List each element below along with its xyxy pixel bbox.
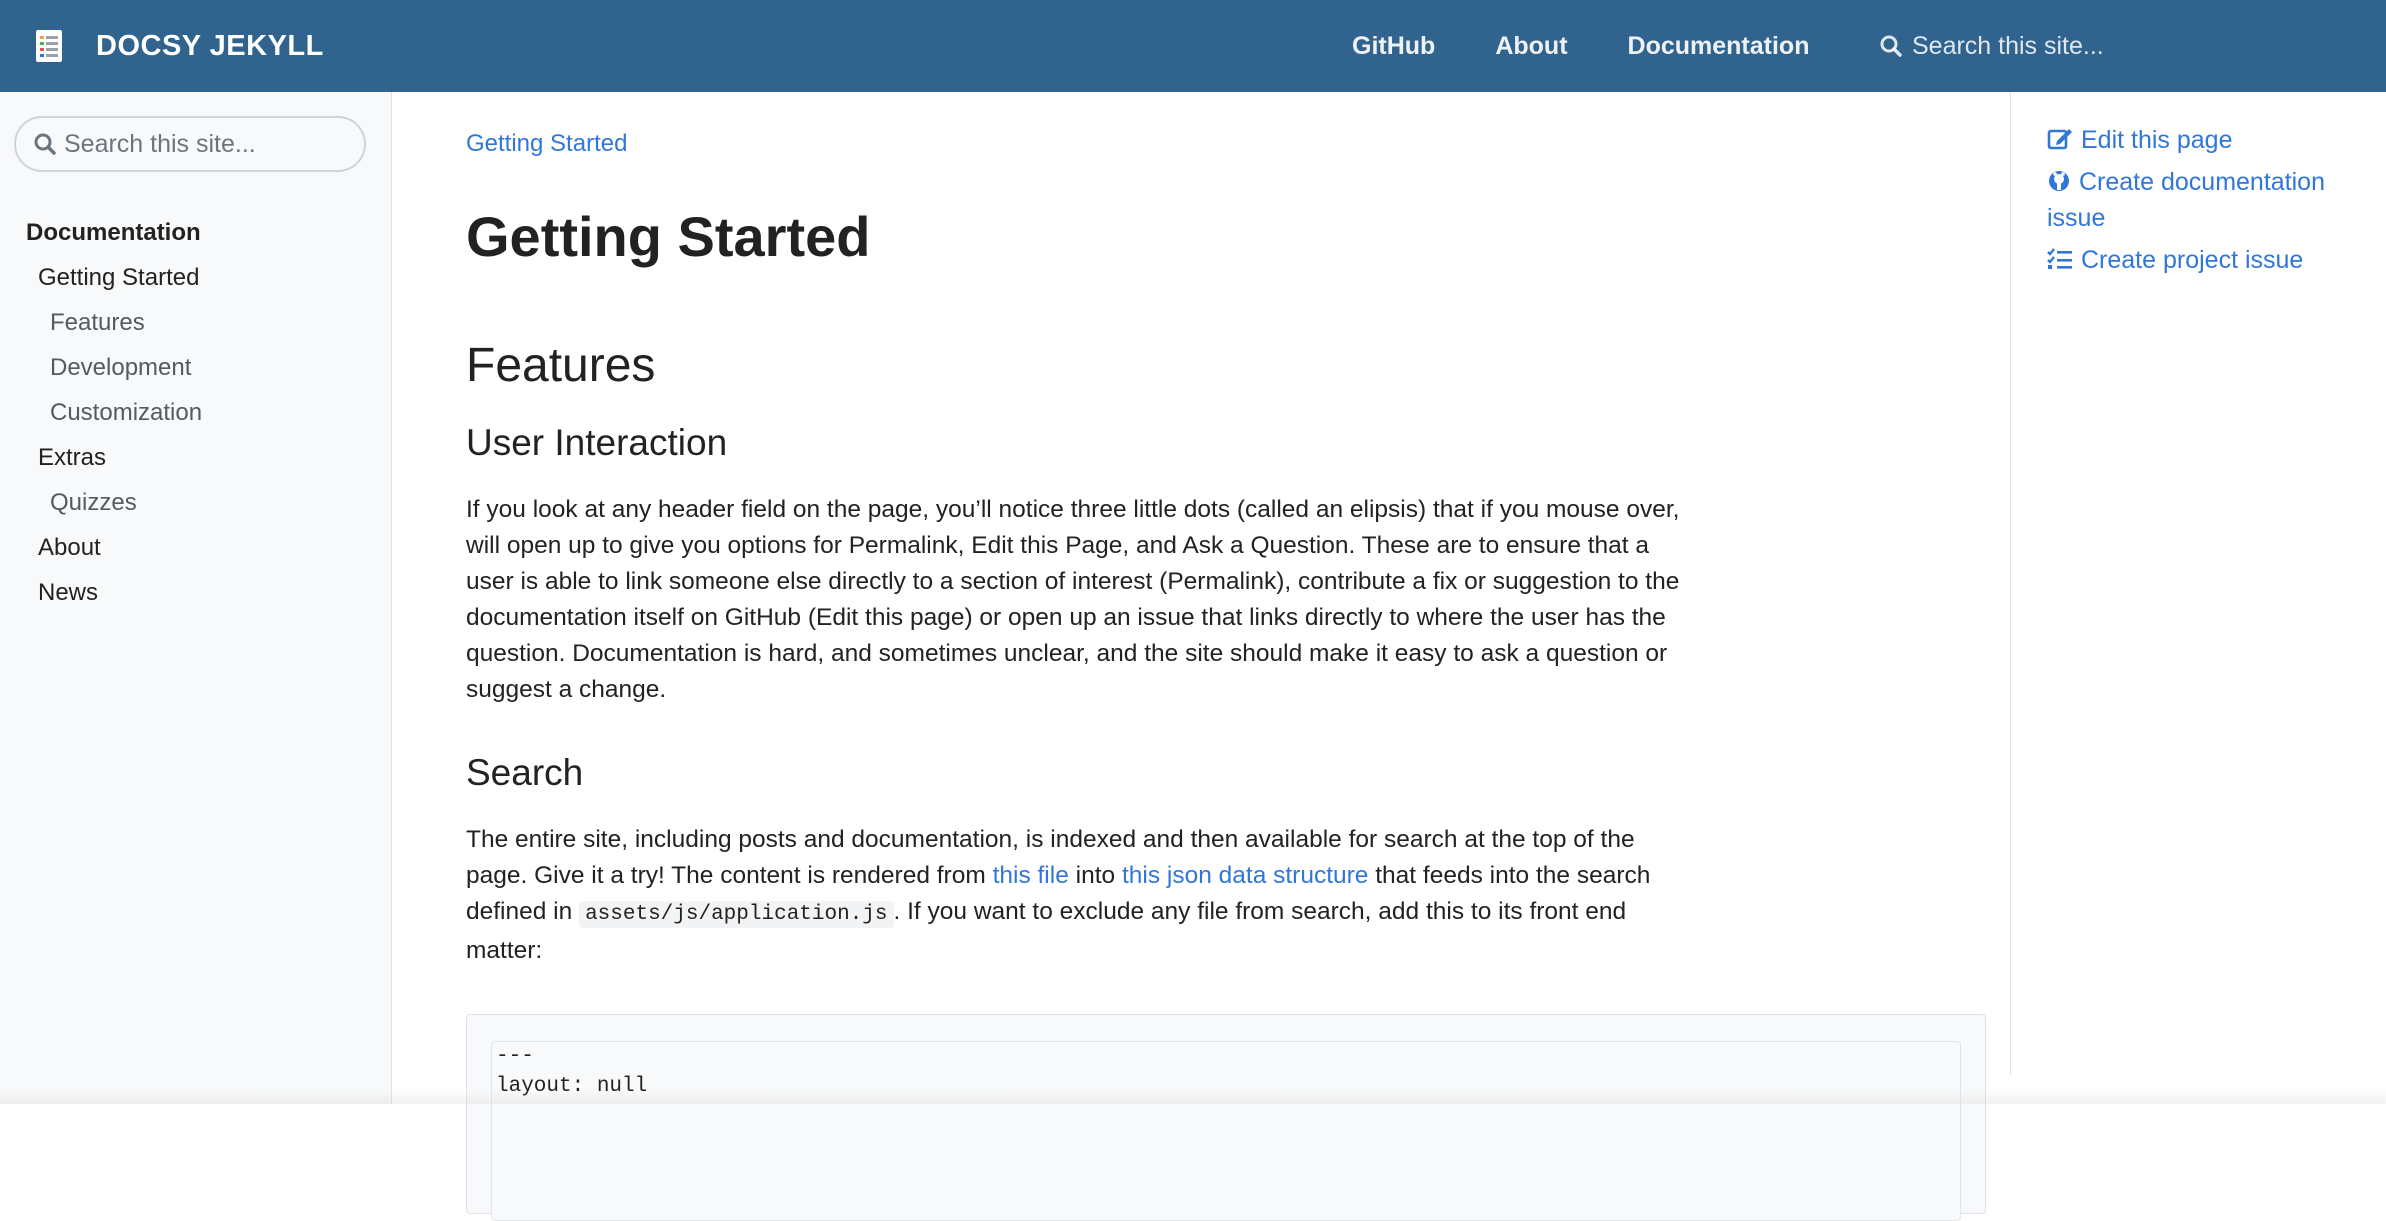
sidebar-item-documentation[interactable]: Documentation: [0, 210, 392, 255]
tasks-icon: [2047, 248, 2072, 269]
code-line: ---: [496, 1045, 534, 1068]
sidebar-item-getting-started[interactable]: Getting Started: [0, 255, 392, 300]
nav-link-documentation[interactable]: Documentation: [1628, 32, 1810, 61]
github-icon: [2049, 171, 2069, 191]
nav-link-github[interactable]: GitHub: [1352, 32, 1435, 61]
doc-list-logo-icon: [36, 30, 62, 62]
breadcrumb[interactable]: Getting Started: [466, 130, 627, 158]
navbar-search-placeholder: Search this site...: [1912, 31, 2104, 60]
link-json-data-structure[interactable]: this json data structure: [1122, 862, 1368, 889]
search-icon: [1880, 35, 1902, 57]
sidebar-nav: Documentation Getting Started Features D…: [0, 210, 392, 615]
create-project-issue-label: Create project issue: [2081, 246, 2304, 274]
edit-this-page-label: Edit this page: [2081, 126, 2233, 154]
nav-links: GitHub About Documentation: [1352, 26, 1869, 66]
code-block-inner: --- layout: null: [491, 1041, 1961, 1221]
paragraph-search: The entire site, including posts and doc…: [466, 822, 1686, 969]
paragraph-user-interaction: If you look at any header field on the p…: [466, 496, 1680, 703]
edit-icon: [2047, 129, 2072, 150]
create-project-issue-link[interactable]: Create project issue: [2047, 242, 2367, 278]
heading-search: Search: [466, 752, 584, 793]
create-documentation-issue-link[interactable]: Create documentation issue: [2047, 164, 2367, 236]
sidebar-item-customization[interactable]: Customization: [0, 390, 392, 435]
heading-user-interaction: User Interaction: [466, 422, 728, 463]
sidebar-item-about[interactable]: About: [0, 525, 392, 570]
top-navbar: DOCSY JEKYLL GitHub About Documentation …: [0, 0, 2386, 92]
right-toc: Edit this page Create documentation issu…: [2010, 92, 2386, 1075]
search-text-2: into: [1068, 862, 1122, 889]
sidebar-item-features[interactable]: Features: [0, 300, 392, 345]
brand[interactable]: DOCSY JEKYLL: [34, 26, 324, 66]
sidebar-item-news[interactable]: News: [0, 570, 392, 615]
section-heading-features: Features: [466, 339, 656, 392]
sidebar-search-input[interactable]: Search this site...: [14, 116, 366, 172]
code-block: --- layout: null: [466, 1014, 1986, 1221]
inline-code-application-js: assets/js/application.js: [579, 901, 894, 928]
sidebar-item-quizzes[interactable]: Quizzes: [0, 480, 392, 525]
brand-name[interactable]: DOCSY JEKYLL: [96, 30, 324, 63]
nav-link-about[interactable]: About: [1495, 32, 1567, 61]
page-title: Getting Started: [466, 205, 871, 268]
main-content: Getting Started Getting Started Features…: [466, 92, 1986, 1221]
bottom-shadow: [0, 1090, 2386, 1104]
left-sidebar: Search this site... Documentation Gettin…: [0, 92, 392, 1104]
create-documentation-issue-label: Create documentation issue: [2047, 168, 2325, 232]
navbar-search-input[interactable]: Search this site...: [1880, 26, 2104, 66]
link-this-file[interactable]: this file: [993, 862, 1069, 889]
sidebar-item-development[interactable]: Development: [0, 345, 392, 390]
sidebar-item-extras[interactable]: Extras: [0, 435, 392, 480]
search-icon: [34, 133, 56, 155]
edit-this-page-link[interactable]: Edit this page: [2047, 122, 2367, 158]
sidebar-search-placeholder: Search this site...: [64, 129, 256, 158]
